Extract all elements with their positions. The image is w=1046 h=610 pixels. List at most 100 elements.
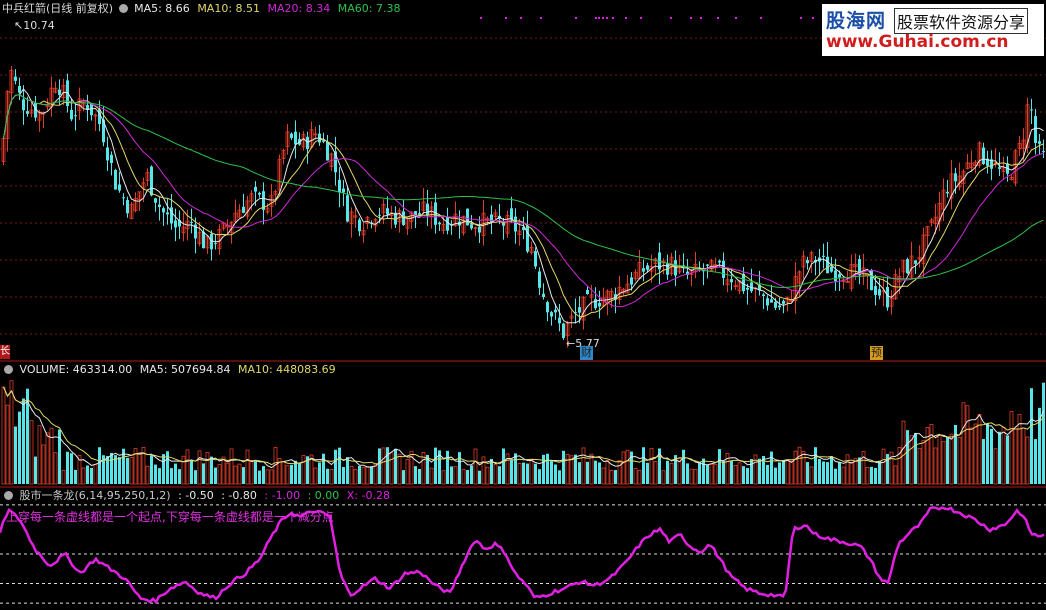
volume-bar xyxy=(381,447,386,485)
signal-dot xyxy=(640,17,642,19)
volume-bar xyxy=(874,467,877,484)
candle-body xyxy=(558,317,561,324)
volume-bar xyxy=(621,451,626,485)
candle-body xyxy=(730,279,733,283)
volume-bar xyxy=(458,452,461,484)
indicator-v5: X: -0.28 xyxy=(346,489,390,502)
volume-bar xyxy=(581,447,586,485)
panel-toggle-icon[interactable] xyxy=(118,4,128,13)
volume-bar xyxy=(1030,388,1033,484)
candle-body xyxy=(766,298,769,306)
watermark-logo: 股海网 股票软件资源分享 www.Guhai.com.cn xyxy=(822,4,1044,56)
candle-body xyxy=(546,302,549,313)
candle-body xyxy=(326,141,329,161)
volume-bar xyxy=(718,449,721,484)
volume-bar xyxy=(870,466,873,484)
volume-ma10-value: MA10: 448083.69 xyxy=(237,363,336,376)
candle-body xyxy=(18,86,21,93)
signal-dot xyxy=(625,17,627,19)
volume-bar xyxy=(998,431,1001,484)
candle-body xyxy=(26,111,29,114)
volume-bar xyxy=(666,460,669,484)
volume-bar xyxy=(118,457,121,484)
volume-bar xyxy=(254,461,257,484)
candle-body xyxy=(466,208,469,226)
candle-body xyxy=(642,268,645,272)
candle-body xyxy=(514,216,517,232)
volume-bar xyxy=(661,470,666,485)
candle-body xyxy=(746,287,749,290)
ma5-value: MA5: 8.66 xyxy=(134,2,190,15)
volume-bar xyxy=(1006,435,1009,484)
volume-bar xyxy=(990,428,993,484)
volume-bar xyxy=(473,448,478,485)
candle-body xyxy=(1038,141,1041,144)
event-cai-badge[interactable]: 财 xyxy=(580,346,593,360)
volume-bar xyxy=(194,470,197,484)
event-yu-badge[interactable]: 预 xyxy=(870,346,883,360)
volume-bar xyxy=(353,468,358,485)
candle-body xyxy=(502,222,505,226)
volume-bar xyxy=(386,447,389,484)
volume-bar xyxy=(269,469,274,485)
volume-bar xyxy=(70,453,73,484)
signal-dot xyxy=(575,17,577,19)
candle-body xyxy=(202,231,205,249)
candle-body xyxy=(438,222,441,225)
candle-body xyxy=(1034,116,1037,143)
candle-body xyxy=(254,186,257,192)
volume-bar xyxy=(529,458,534,485)
volume-bar xyxy=(750,459,753,484)
volume-bar xyxy=(414,466,417,484)
volume-bar xyxy=(982,439,985,484)
volume-bar xyxy=(446,450,449,484)
volume-bar xyxy=(822,461,825,484)
candle-body xyxy=(158,204,161,208)
volume-bar xyxy=(1025,436,1030,485)
candlesticks xyxy=(1,65,1045,348)
volume-bar xyxy=(453,466,458,485)
volume-bar xyxy=(205,452,210,485)
volume-bar xyxy=(81,467,86,485)
volume-bar xyxy=(818,459,821,484)
volume-bar xyxy=(605,459,610,485)
candle-body xyxy=(706,264,709,266)
volume-bar xyxy=(713,464,718,485)
candle-body xyxy=(166,212,169,215)
candle-body xyxy=(742,273,745,292)
volume-bar xyxy=(845,454,850,485)
volume-bar xyxy=(349,465,354,485)
volume-bar xyxy=(586,461,589,484)
candle-body xyxy=(874,286,877,295)
panel-toggle-icon[interactable] xyxy=(4,365,13,374)
volume-bar xyxy=(517,463,522,485)
volume-bar xyxy=(565,453,570,485)
indicator-name: 股市一条龙(6,14,95,250,1,2) xyxy=(19,489,171,502)
volume-bar xyxy=(881,448,886,485)
volume-bar xyxy=(770,451,773,484)
candle-body xyxy=(1030,109,1033,111)
candle-body xyxy=(538,271,541,288)
volume-bar xyxy=(61,469,66,485)
signal-dot xyxy=(480,17,482,19)
volume-bar xyxy=(49,427,54,485)
volume-bar xyxy=(706,464,709,484)
candle-body xyxy=(490,214,493,223)
candle-body xyxy=(478,226,481,233)
candle-body xyxy=(14,76,17,81)
volume-bar xyxy=(526,463,529,484)
volume-bar xyxy=(578,462,581,484)
volume-bar xyxy=(150,455,153,484)
candle-body xyxy=(338,179,341,193)
signal-dot xyxy=(595,17,597,19)
volume-bar xyxy=(969,427,974,485)
volume-bar xyxy=(550,460,553,484)
volume-bar xyxy=(534,463,537,484)
volume-bar xyxy=(558,470,561,484)
volume-bar xyxy=(801,451,806,485)
panel-toggle-icon[interactable] xyxy=(4,491,13,500)
volume-bar xyxy=(29,420,34,485)
volume-bar xyxy=(554,464,557,484)
high-marker-value: 10.74 xyxy=(23,19,55,32)
volume-bar xyxy=(838,462,841,484)
